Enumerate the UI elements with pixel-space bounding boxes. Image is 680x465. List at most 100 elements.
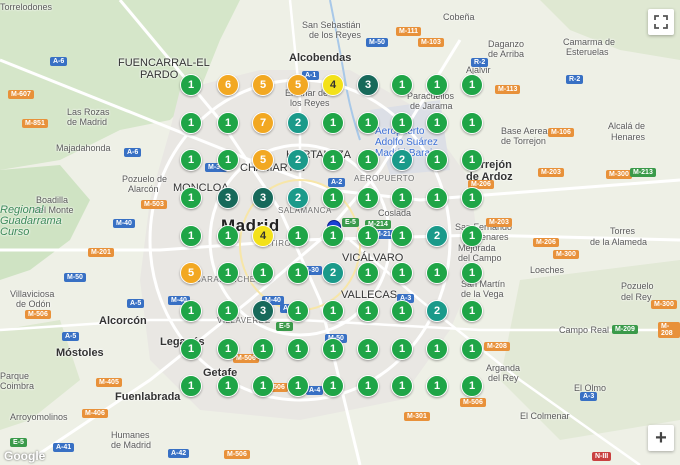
cluster-marker[interactable]: 1 [217, 338, 239, 360]
cluster-marker[interactable]: 1 [180, 149, 202, 171]
cluster-marker[interactable]: 2 [287, 149, 309, 171]
cluster-marker[interactable]: 1 [322, 338, 344, 360]
cluster-marker[interactable]: 1 [426, 74, 448, 96]
cluster-marker[interactable]: 1 [391, 225, 413, 247]
map-label: Arganda [486, 363, 521, 373]
cluster-marker[interactable]: 1 [287, 375, 309, 397]
map-label: Alcobendas [289, 52, 352, 64]
cluster-marker[interactable]: 2 [322, 262, 344, 284]
cluster-marker[interactable]: 1 [461, 149, 483, 171]
cluster-marker[interactable]: 1 [322, 187, 344, 209]
road-shield: M-301 [404, 412, 430, 421]
cluster-marker[interactable]: 1 [391, 375, 413, 397]
cluster-marker[interactable]: 3 [217, 187, 239, 209]
road-shield: A-5 [62, 332, 80, 341]
cluster-marker[interactable]: 1 [217, 112, 239, 134]
cluster-marker[interactable]: 1 [180, 112, 202, 134]
cluster-marker[interactable]: 1 [461, 375, 483, 397]
cluster-marker[interactable]: 5 [252, 74, 274, 96]
cluster-marker[interactable]: 1 [426, 112, 448, 134]
cluster-marker[interactable]: 1 [357, 187, 379, 209]
cluster-marker[interactable]: 1 [461, 262, 483, 284]
cluster-marker[interactable]: 3 [252, 300, 274, 322]
cluster-marker[interactable]: 1 [391, 300, 413, 322]
cluster-marker[interactable]: 1 [180, 74, 202, 96]
cluster-marker[interactable]: 1 [461, 74, 483, 96]
cluster-marker[interactable]: 1 [252, 262, 274, 284]
cluster-marker[interactable]: 1 [180, 225, 202, 247]
cluster-marker[interactable]: 1 [426, 149, 448, 171]
cluster-marker[interactable]: 1 [217, 262, 239, 284]
cluster-marker[interactable]: 2 [287, 187, 309, 209]
cluster-marker[interactable]: 3 [252, 187, 274, 209]
map-label: de la Vega [461, 289, 504, 299]
map-label: Coimbra [0, 381, 35, 391]
cluster-marker[interactable]: 1 [217, 375, 239, 397]
cluster-marker[interactable]: 5 [287, 74, 309, 96]
cluster-marker[interactable]: 1 [322, 149, 344, 171]
map-canvas[interactable]: Torrelodones San Sebastián de los Reyes Cob… [0, 0, 680, 465]
cluster-marker[interactable]: 1 [252, 375, 274, 397]
map-label: Pozuelo de [122, 174, 168, 184]
cluster-marker[interactable]: 1 [357, 300, 379, 322]
cluster-marker[interactable]: 1 [287, 338, 309, 360]
cluster-marker[interactable]: 1 [322, 375, 344, 397]
cluster-marker[interactable]: 1 [391, 187, 413, 209]
cluster-marker[interactable]: 2 [287, 112, 309, 134]
cluster-marker[interactable]: 2 [426, 300, 448, 322]
cluster-marker[interactable]: 5 [180, 262, 202, 284]
road-shield: M-851 [22, 119, 48, 128]
road-shield: M-300 [553, 250, 579, 259]
cluster-marker[interactable]: 1 [217, 225, 239, 247]
cluster-marker[interactable]: 1 [426, 338, 448, 360]
map-label: Arroyomolinos [10, 412, 68, 422]
cluster-marker[interactable]: 1 [426, 375, 448, 397]
cluster-marker[interactable]: 1 [287, 225, 309, 247]
cluster-marker[interactable]: 1 [252, 338, 274, 360]
cluster-marker[interactable]: 1 [322, 225, 344, 247]
cluster-marker[interactable]: 1 [391, 74, 413, 96]
map-label: Majadahonda [56, 143, 111, 153]
cluster-marker[interactable]: 4 [322, 74, 344, 96]
cluster-marker[interactable]: 1 [287, 300, 309, 322]
road-shield: M-213 [630, 168, 656, 177]
cluster-marker[interactable]: 1 [357, 112, 379, 134]
fullscreen-button[interactable] [648, 9, 674, 35]
cluster-marker[interactable]: 1 [391, 338, 413, 360]
cluster-marker[interactable]: 6 [217, 74, 239, 96]
cluster-marker[interactable]: 1 [426, 262, 448, 284]
cluster-marker[interactable]: 1 [426, 187, 448, 209]
cluster-marker[interactable]: 1 [357, 149, 379, 171]
cluster-marker[interactable]: 1 [180, 375, 202, 397]
cluster-marker[interactable]: 1 [217, 149, 239, 171]
cluster-marker[interactable]: 1 [391, 112, 413, 134]
cluster-marker[interactable]: 5 [252, 149, 274, 171]
cluster-marker[interactable]: 1 [180, 338, 202, 360]
cluster-marker[interactable]: 1 [461, 300, 483, 322]
cluster-marker[interactable]: 1 [180, 187, 202, 209]
cluster-marker[interactable]: 1 [357, 338, 379, 360]
cluster-marker[interactable]: 4 [252, 225, 274, 247]
cluster-marker[interactable]: 1 [461, 112, 483, 134]
cluster-marker[interactable]: 2 [391, 149, 413, 171]
cluster-marker[interactable]: 1 [357, 375, 379, 397]
cluster-marker[interactable]: 1 [322, 112, 344, 134]
zoom-in-button[interactable]: + [648, 425, 674, 451]
cluster-marker[interactable]: 1 [287, 262, 309, 284]
cluster-marker[interactable]: 1 [180, 300, 202, 322]
cluster-marker[interactable]: 1 [461, 225, 483, 247]
road-shield: M-111 [396, 27, 422, 36]
cluster-marker[interactable]: 1 [461, 187, 483, 209]
cluster-marker[interactable]: 2 [426, 225, 448, 247]
map-label: Campo Real [559, 325, 610, 335]
cluster-marker[interactable]: 1 [357, 262, 379, 284]
cluster-marker[interactable]: 1 [322, 300, 344, 322]
cluster-marker[interactable]: 1 [217, 300, 239, 322]
map-label: PARDO [140, 69, 179, 81]
cluster-marker[interactable]: 1 [461, 338, 483, 360]
cluster-marker[interactable]: 3 [357, 74, 379, 96]
map-label: de Jarama [410, 101, 453, 111]
cluster-marker[interactable]: 1 [391, 262, 413, 284]
cluster-marker[interactable]: 7 [252, 112, 274, 134]
cluster-marker[interactable]: 1 [357, 225, 379, 247]
